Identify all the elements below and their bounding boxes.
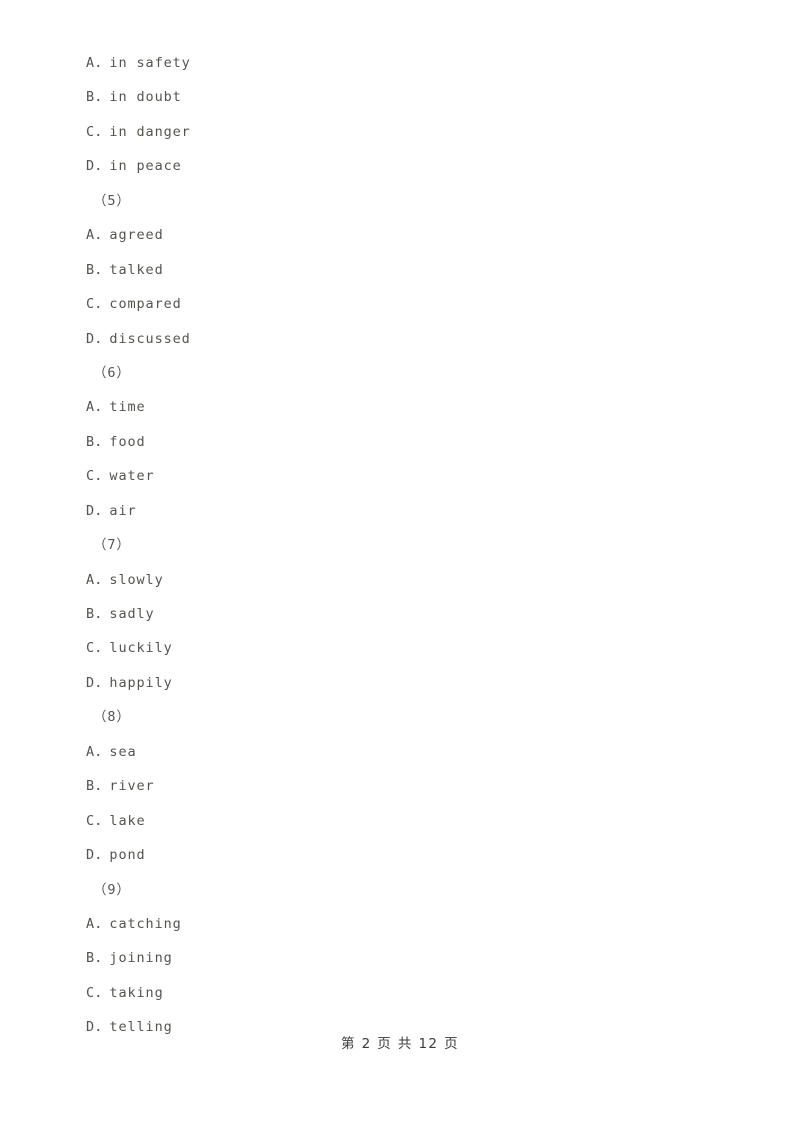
question-number: （6） <box>93 364 131 381</box>
answer-option: C．luckily <box>86 640 173 657</box>
answer-option: B．talked <box>86 261 164 278</box>
answer-option: A．sea <box>86 743 137 760</box>
question-number: （8） <box>93 709 131 726</box>
answer-option: A．in safety <box>86 55 191 71</box>
answer-option: D．in peace <box>86 158 182 175</box>
answer-option: C．in danger <box>86 123 191 140</box>
answer-option: D．air <box>86 502 137 519</box>
answer-option: C．compared <box>86 296 182 313</box>
answer-option: B．sadly <box>86 606 155 622</box>
answer-option: A．time <box>86 399 146 416</box>
answer-option: B．food <box>86 433 146 450</box>
document-page: A．in safety B．in doubt C．in danger D．in pea… <box>0 0 800 1132</box>
question-number: （7） <box>93 537 131 554</box>
answer-option: A．agreed <box>86 227 164 244</box>
answer-option: B．joining <box>86 950 173 967</box>
answer-option: D．pond <box>86 847 146 864</box>
answer-option: A．catching <box>86 915 182 932</box>
question-number: （9） <box>93 881 131 898</box>
page-footer: 第 2 页 共 12 页 <box>340 1036 460 1052</box>
answer-option: D．discussed <box>86 330 191 347</box>
question-number: （5） <box>93 192 131 209</box>
answer-option: C．lake <box>86 812 146 829</box>
answer-option: B．in doubt <box>86 89 182 106</box>
answer-option: D．happily <box>86 674 173 691</box>
question-options-list: A．in safety B．in doubt C．in danger D．in pea… <box>86 46 726 1045</box>
answer-option: C．taking <box>86 984 164 1001</box>
answer-option: B．river <box>86 778 155 795</box>
answer-option: C．water <box>86 468 155 485</box>
answer-option: A．slowly <box>86 571 164 588</box>
